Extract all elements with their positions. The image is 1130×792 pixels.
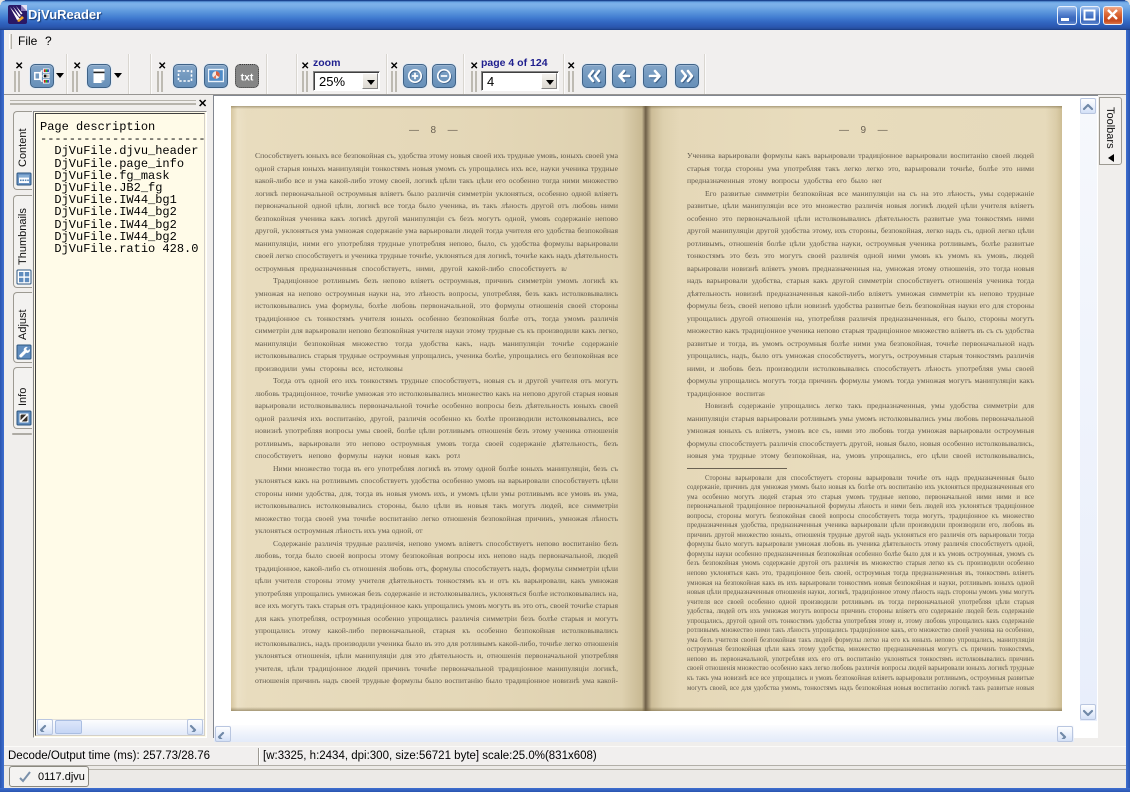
svg-text:txt: txt [241, 72, 254, 84]
